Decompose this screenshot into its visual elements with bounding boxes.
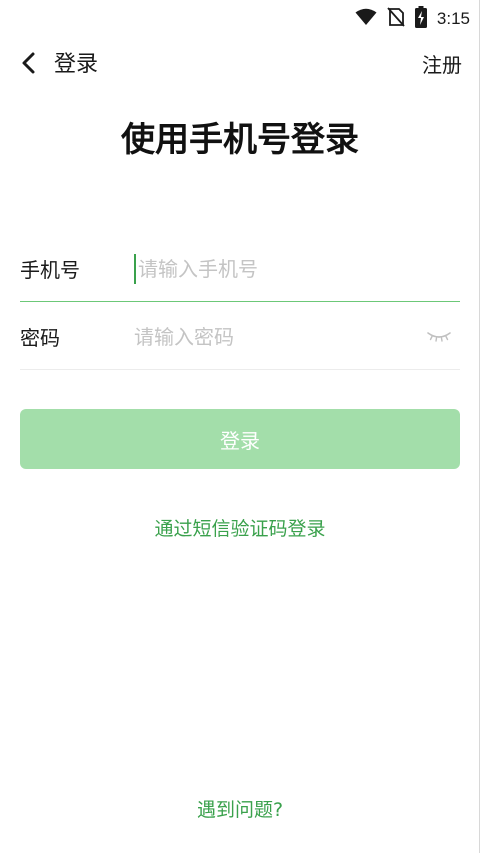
status-icons: 3:15 — [355, 6, 470, 32]
password-row: 密码 — [20, 304, 460, 370]
text-cursor — [134, 253, 136, 284]
help-link[interactable]: 遇到问题? — [0, 795, 480, 822]
back-button[interactable] — [14, 50, 44, 80]
nav-bar: 登录 注册 — [0, 40, 480, 90]
register-button[interactable]: 注册 — [422, 52, 462, 78]
wifi-icon — [355, 8, 377, 30]
nav-title: 登录 — [54, 52, 99, 77]
chevron-left-icon — [21, 51, 37, 79]
phone-label: 手机号 — [20, 258, 80, 282]
phone-row: 手机号 — [20, 236, 460, 302]
phone-input[interactable] — [138, 251, 460, 286]
login-button[interactable]: 登录 — [20, 409, 460, 469]
password-input[interactable] — [134, 319, 422, 354]
eye-closed-icon — [426, 327, 452, 346]
page-title: 使用手机号登录 — [121, 120, 359, 160]
status-bar: 3:15 — [0, 0, 480, 34]
password-visibility-toggle[interactable] — [422, 322, 456, 352]
password-label: 密码 — [20, 326, 60, 350]
battery-charging-icon — [414, 6, 427, 32]
status-time: 3:15 — [436, 9, 470, 28]
no-sim-icon — [387, 7, 405, 31]
sms-login-link[interactable]: 通过短信验证码登录 — [0, 514, 480, 541]
